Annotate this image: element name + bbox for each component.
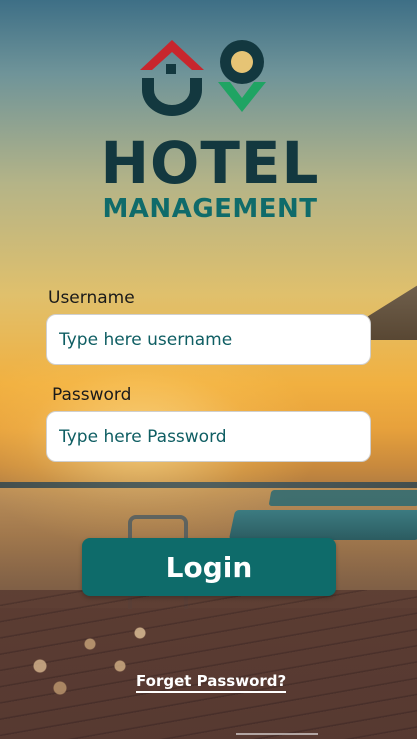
username-label: Username — [48, 288, 135, 308]
username-input[interactable] — [47, 315, 370, 364]
login-button[interactable]: Login — [82, 538, 336, 596]
username-field-box — [46, 314, 371, 365]
login-screen: HOTEL MANAGEMENT Username Password Login… — [0, 0, 417, 739]
forgot-password-link[interactable]: Forget Password? — [136, 672, 286, 693]
password-input[interactable] — [47, 412, 370, 461]
sun-lounger-back — [268, 490, 417, 506]
password-field-box — [46, 411, 371, 462]
sun-lounger — [228, 510, 417, 540]
brand-subtitle: MANAGEMENT — [102, 194, 318, 224]
brand-title: HOTEL — [100, 129, 320, 197]
password-label: Password — [52, 385, 132, 405]
pebble-border — [0, 600, 200, 710]
hotel-logo-icon — [140, 40, 266, 116]
nav-handle — [236, 733, 318, 739]
